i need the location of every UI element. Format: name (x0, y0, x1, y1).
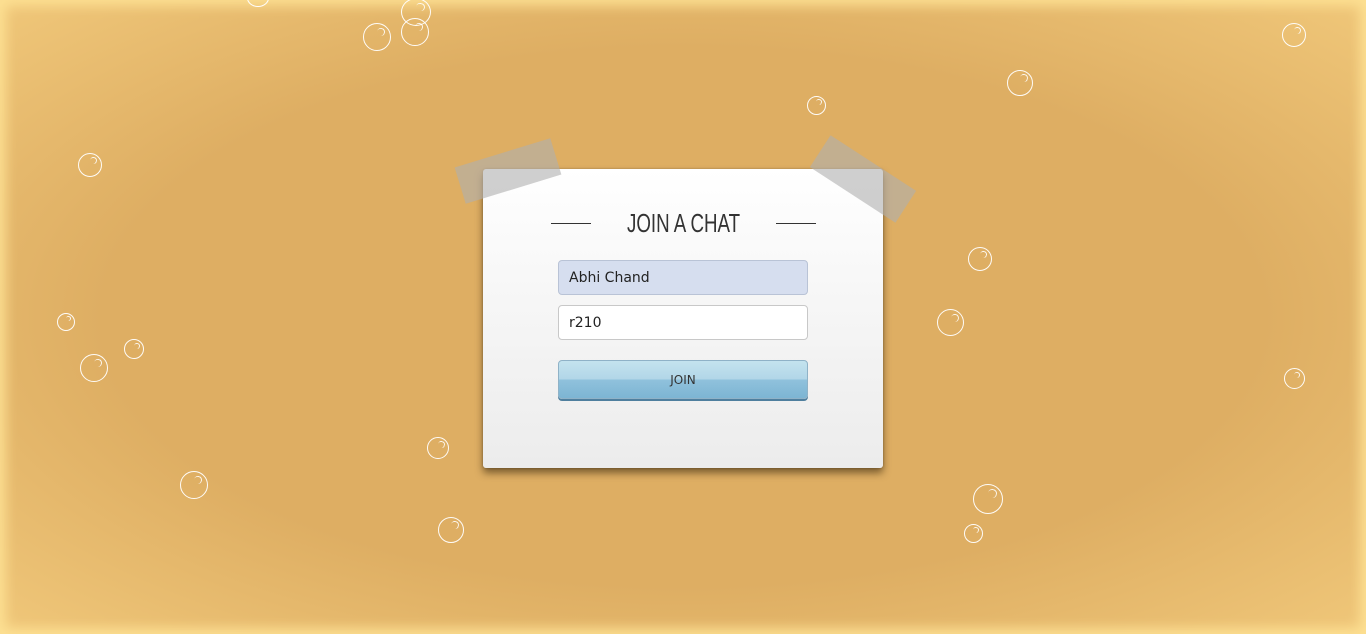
bubble-icon (124, 339, 144, 359)
bubble-icon (438, 517, 464, 543)
title-rule-right (775, 222, 816, 224)
name-input[interactable] (558, 260, 808, 295)
bubble-icon (247, 0, 269, 7)
join-button[interactable]: JOIN (558, 360, 808, 399)
bubble-icon (807, 96, 826, 115)
bubble-icon (78, 153, 102, 177)
card-header: JOIN A CHAT (483, 205, 883, 241)
bubble-icon (427, 437, 449, 459)
bubble-icon (80, 354, 108, 382)
room-input[interactable] (558, 305, 808, 340)
bubble-icon (180, 471, 208, 499)
bubble-icon (968, 247, 992, 271)
join-chat-card: JOIN A CHAT JOIN (483, 169, 883, 468)
bubble-icon (1284, 368, 1305, 389)
bubble-icon (973, 484, 1003, 514)
bubble-icon (1007, 70, 1033, 96)
bubble-icon (964, 524, 983, 543)
title-rule-left (550, 222, 591, 224)
bubble-icon (937, 309, 964, 336)
bubble-icon (363, 23, 391, 51)
bubble-icon (1282, 23, 1306, 47)
card-title: JOIN A CHAT (626, 207, 740, 238)
bubble-icon (57, 313, 75, 331)
bubble-icon (401, 18, 429, 46)
